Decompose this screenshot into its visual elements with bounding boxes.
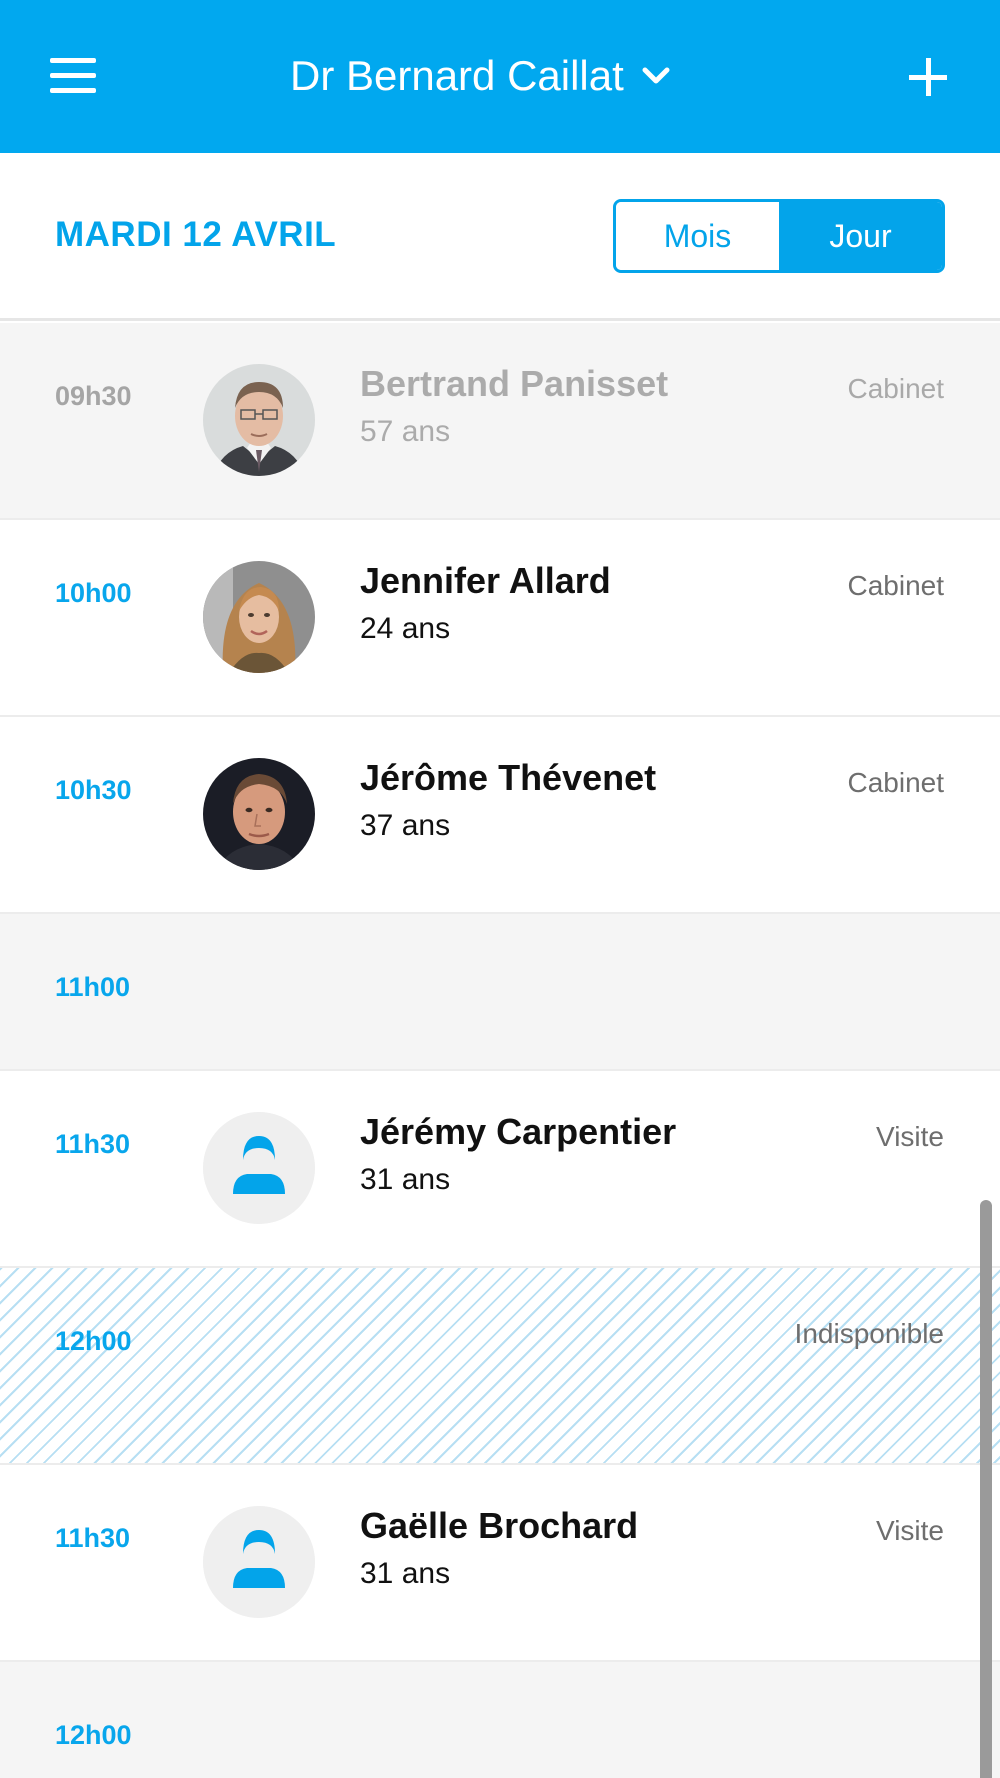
unavailable-label: Indisponible	[794, 1318, 944, 1349]
agenda-screen: Dr Bernard Caillat MARDI 12 AVRIL Mois J…	[0, 0, 1000, 1778]
appointment-location: Visite	[876, 1121, 944, 1152]
patient-name: Bertrand Panisset	[360, 363, 669, 404]
view-toggle: Mois Jour	[613, 199, 945, 273]
slot-time: 12h00	[55, 1720, 132, 1750]
patient-avatar	[203, 364, 315, 476]
chevron-down-icon	[642, 67, 670, 84]
appointment-time: 10h30	[55, 775, 132, 805]
scrollbar[interactable]	[980, 1200, 992, 1778]
patient-name: Gaëlle Brochard	[360, 1505, 639, 1546]
slot-time: 11h00	[55, 972, 131, 1002]
patient-name: Jérôme Thévenet	[360, 757, 657, 798]
date-bar: MARDI 12 AVRIL Mois Jour	[0, 153, 1000, 321]
patient-age: 37 ans	[360, 809, 451, 842]
appointment-row[interactable]: 11h30 Gaëlle Brochard 31 ans Visite	[0, 1465, 1000, 1662]
add-appointment-button[interactable]	[905, 54, 951, 100]
slot-time: 12h00	[55, 1326, 132, 1356]
doctor-selector[interactable]: Dr Bernard Caillat	[290, 46, 730, 106]
appointment-time: 09h30	[55, 381, 132, 411]
appointment-time: 10h00	[55, 578, 132, 608]
patient-age: 57 ans	[360, 415, 451, 448]
view-month-button[interactable]: Mois	[616, 202, 779, 270]
app-header: Dr Bernard Caillat	[0, 0, 1000, 153]
patient-name: Jérémy Carpentier	[360, 1111, 677, 1152]
patient-avatar	[203, 561, 315, 673]
appointment-row[interactable]: 11h30 Jérémy Carpentier 31 ans Visite	[0, 1071, 1000, 1268]
hamburger-menu-icon[interactable]	[50, 58, 96, 94]
appointment-time: 11h30	[55, 1523, 131, 1553]
empty-slot-row[interactable]: 11h00	[0, 914, 1000, 1071]
appointment-location: Visite	[876, 1515, 944, 1546]
default-user-icon	[203, 1112, 315, 1224]
unavailable-slot-row: 12h00 Indisponible	[0, 1268, 1000, 1465]
patient-name: Jennifer Allard	[360, 560, 611, 601]
current-date: MARDI 12 AVRIL	[55, 215, 337, 254]
patient-age: 31 ans	[360, 1163, 451, 1196]
appointment-location: Cabinet	[847, 767, 944, 798]
appointment-location: Cabinet	[847, 373, 944, 404]
patient-age: 31 ans	[360, 1557, 451, 1590]
patient-avatar	[203, 758, 315, 870]
appointment-row[interactable]: 10h00 Jennifer Allard 24 ans Cabinet	[0, 520, 1000, 717]
empty-slot-row[interactable]: 12h00	[0, 1662, 1000, 1778]
appointment-time: 11h30	[55, 1129, 131, 1159]
appointment-row[interactable]: 09h30 Bertrand Panisset 57 ans Cabinet	[0, 323, 1000, 520]
doctor-name: Dr Bernard Caillat	[290, 52, 624, 99]
default-user-icon	[203, 1506, 315, 1618]
appointment-location: Cabinet	[847, 570, 944, 601]
appointment-row[interactable]: 10h30 Jérôme Thévenet 37 ans Cabinet	[0, 717, 1000, 914]
patient-age: 24 ans	[360, 612, 451, 645]
view-day-button[interactable]: Jour	[779, 202, 942, 270]
